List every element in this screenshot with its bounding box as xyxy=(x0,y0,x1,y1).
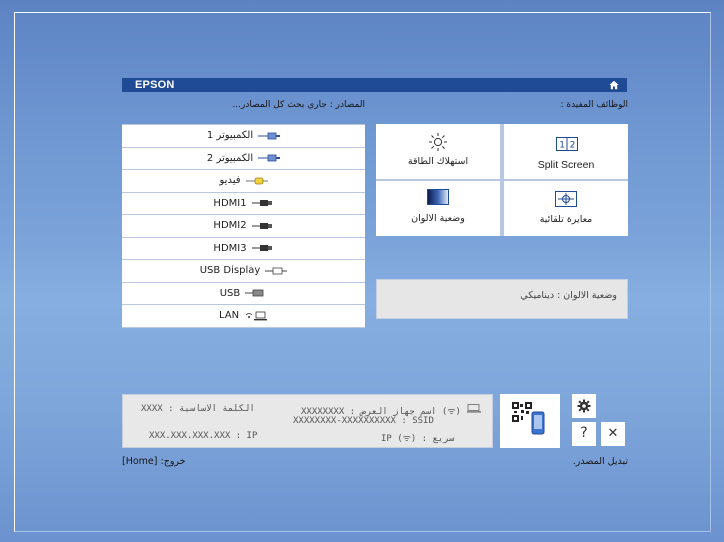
source-label: USB Display xyxy=(199,265,261,277)
hdmi-port-icon xyxy=(251,244,274,252)
svg-text:2: 2 xyxy=(570,141,576,151)
source-item-hdmi2[interactable]: HDMI2 xyxy=(122,215,365,238)
ssid-text: XXXXXXXX-XXXXXXXXXX : SSID xyxy=(293,416,434,426)
source-item-hdmi1[interactable]: HDMI1 xyxy=(122,192,365,215)
network-info-panel: الكلمة الاساسية : XXXX (ᯤ) اسم جهاز العر… xyxy=(122,394,493,448)
help-icon: ? xyxy=(580,425,588,441)
source-label: الكمبيوتر 2 xyxy=(206,152,254,164)
hdmi-port-icon xyxy=(251,222,274,230)
home-icon[interactable] xyxy=(609,80,619,90)
source-item-computer1[interactable]: الكمبيوتر 1 xyxy=(122,125,365,148)
qr-code-button[interactable] xyxy=(500,394,560,448)
switch-source-hint: تبديل المصدر. xyxy=(572,456,628,467)
exit-hint: [Home] :خروج xyxy=(122,456,186,467)
computer-port-icon xyxy=(258,132,281,140)
hdmi-port-icon xyxy=(251,199,274,207)
usb-icon xyxy=(245,289,267,297)
source-label: HDMI2 xyxy=(213,220,247,232)
settings-button[interactable] xyxy=(572,394,596,418)
source-label: HDMI3 xyxy=(213,242,247,254)
close-button[interactable]: ✕ xyxy=(601,422,625,446)
power-consumption-label: استهلاك الطاقة xyxy=(407,156,469,167)
sources-title: المصادر : جاري بحث كل المصادر... xyxy=(232,100,365,110)
usb-display-icon xyxy=(265,267,288,275)
qr-code-icon xyxy=(512,402,545,435)
source-item-lan[interactable]: LAN xyxy=(122,305,365,328)
svg-text:1: 1 xyxy=(559,141,565,151)
color-mode-status: وضعية الالوان : ديناميكي xyxy=(376,279,628,319)
color-mode-label: وضعية الالوان xyxy=(411,213,465,224)
header-bar: EPSON xyxy=(122,78,627,92)
help-button[interactable]: ? xyxy=(572,422,596,446)
ip-wireless-text: سريع : IP (ᯤ) xyxy=(381,434,455,444)
lan-icon xyxy=(244,311,268,321)
source-list: الكمبيوتر 1 الكمبيوتر 2 فيديو HDMI1 HDMI… xyxy=(122,124,365,328)
power-consumption-button[interactable]: استهلاك الطاقة xyxy=(376,124,500,179)
ip-wired-text: XXX.XXX.XXX.XXX : IP xyxy=(149,431,258,441)
video-port-icon xyxy=(245,177,268,185)
split-screen-button[interactable]: 1 2 Split Screen xyxy=(504,124,628,179)
source-item-hdmi3[interactable]: HDMI3 xyxy=(122,237,365,260)
passphrase-text: الكلمة الاساسية : XXXX xyxy=(141,404,255,414)
epson-logo: EPSON xyxy=(135,79,175,91)
source-item-video[interactable]: فيديو xyxy=(122,170,365,193)
source-label: USB xyxy=(219,287,241,299)
source-label: فيديو xyxy=(219,175,241,187)
close-icon: ✕ xyxy=(607,426,619,441)
source-label: الكمبيوتر 1 xyxy=(206,130,254,142)
split-screen-icon: 1 2 xyxy=(556,137,578,151)
source-item-computer2[interactable]: الكمبيوتر 2 xyxy=(122,147,365,170)
source-item-usb[interactable]: USB xyxy=(122,282,365,305)
source-item-usb-display[interactable]: USB Display xyxy=(122,260,365,283)
source-label: LAN xyxy=(218,310,240,322)
auto-calibration-label: معايرة تلقائية xyxy=(539,214,593,225)
gear-icon xyxy=(577,399,591,413)
functions-title: الوظائف المفيدة : xyxy=(560,100,628,110)
split-screen-label: Split Screen xyxy=(537,159,595,171)
color-mode-icon xyxy=(427,189,449,205)
status-text: وضعية الالوان : ديناميكي xyxy=(520,290,617,301)
light-bulb-icon xyxy=(429,133,447,151)
computer-port-icon xyxy=(258,154,281,162)
color-mode-button[interactable]: وضعية الالوان xyxy=(376,181,500,236)
auto-calibration-button[interactable]: معايرة تلقائية xyxy=(504,181,628,236)
monitor-icon xyxy=(467,404,481,413)
calibration-icon xyxy=(555,191,577,207)
source-label: HDMI1 xyxy=(213,197,247,209)
function-grid: 1 2 Split Screen استهلاك الطاقة معايرة ت… xyxy=(376,124,628,236)
